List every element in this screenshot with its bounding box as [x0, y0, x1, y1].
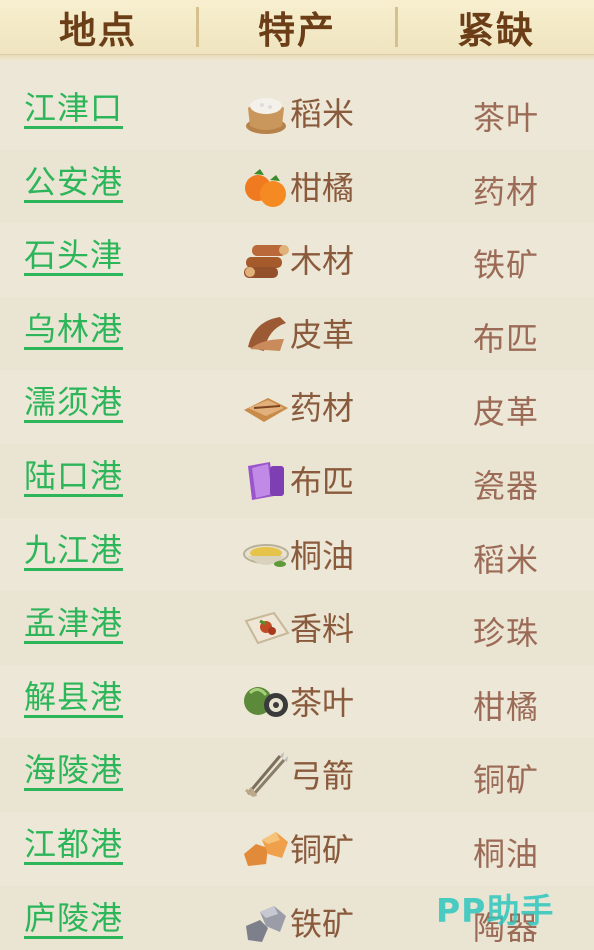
specialty-cell: 木材 — [240, 235, 354, 283]
table-row: 孟津港 香料 珍珠 — [0, 591, 594, 665]
table-row: 公安港 柑橘 药材 — [0, 149, 594, 224]
shortage-label: 铁矿 — [473, 246, 540, 285]
shortage-label: 珍珠 — [473, 614, 540, 653]
shortage-label: 药材 — [473, 172, 540, 211]
location-link[interactable]: 濡须港 — [24, 385, 124, 424]
location-link[interactable]: 解县港 — [24, 680, 124, 718]
specialty-cell: 弓箭 — [240, 750, 354, 798]
shortage-label: 铜矿 — [473, 761, 540, 800]
location-link[interactable]: 石头津 — [24, 238, 124, 277]
specialty-cell: 铜矿 — [240, 824, 354, 872]
specialty-label: 木材 — [290, 242, 355, 281]
orange-icon — [240, 162, 292, 210]
logs-icon — [240, 235, 292, 283]
shortage-label: 柑橘 — [473, 687, 540, 726]
specialty-label: 皮革 — [290, 315, 355, 354]
location-link[interactable]: 江津口 — [24, 91, 124, 129]
oil-bowl-icon — [240, 530, 292, 578]
table-row: 石头津 木材 铁矿 — [0, 223, 594, 297]
header-location: 地点 — [59, 9, 137, 52]
table-row: 九江港 桐油 稻米 — [0, 518, 594, 592]
herbs-icon — [240, 382, 292, 430]
location-link[interactable]: 九江港 — [24, 533, 124, 571]
specialty-label: 铁矿 — [290, 904, 355, 943]
spice-icon — [240, 603, 292, 651]
specialty-label: 药材 — [290, 389, 355, 428]
cloth-icon — [240, 456, 292, 504]
shortage-label: 稻米 — [473, 540, 540, 579]
iron-ore-icon — [240, 898, 292, 946]
shortage-label: 瓷器 — [473, 466, 540, 505]
header-specialty: 特产 — [258, 9, 336, 52]
trade-table: 地点 特产 紧缺 江津口 稻米 茶叶 公安港 柑橘 药材 石头津 木材 铁矿 乌林港 皮革 布匹 濡须港… — [0, 0, 594, 950]
table-row: 海陵港 弓箭 铜矿 — [0, 738, 594, 812]
leather-icon — [240, 309, 292, 357]
specialty-label: 铜矿 — [290, 830, 355, 869]
shortage-label: 皮革 — [473, 393, 540, 432]
location-link[interactable]: 庐陵港 — [24, 901, 124, 939]
rice-sack-icon — [240, 88, 292, 136]
arrows-icon — [240, 750, 292, 798]
specialty-label: 布匹 — [290, 462, 355, 501]
specialty-cell: 稻米 — [240, 88, 354, 136]
tea-icon — [240, 677, 292, 725]
location-link[interactable]: 孟津港 — [24, 606, 124, 645]
specialty-label: 稻米 — [290, 95, 355, 133]
specialty-label: 桐油 — [290, 536, 355, 575]
table-row: 解县港 茶叶 柑橘 — [0, 665, 594, 739]
specialty-label: 弓箭 — [290, 757, 355, 796]
header-underline — [0, 54, 594, 61]
table-row: 濡须港 药材 皮革 — [0, 370, 594, 444]
specialty-cell: 桐油 — [240, 530, 354, 578]
location-link[interactable]: 公安港 — [24, 165, 124, 203]
location-link[interactable]: 海陵港 — [24, 753, 124, 792]
shortage-label: 布匹 — [473, 319, 540, 358]
specialty-cell: 布匹 — [240, 456, 354, 504]
location-link[interactable]: 乌林港 — [24, 312, 124, 350]
specialty-cell: 皮革 — [240, 309, 354, 357]
shortage-label: 桐油 — [473, 834, 540, 873]
table-row: 江津口 稻米 茶叶 — [0, 76, 594, 150]
location-link[interactable]: 陆口港 — [24, 459, 124, 497]
table-body: 江津口 稻米 茶叶 公安港 柑橘 药材 石头津 木材 铁矿 乌林港 皮革 布匹 濡须港 药材 皮革 陆口港 布匹… — [0, 76, 594, 950]
location-link[interactable]: 江都港 — [24, 827, 124, 865]
copper-ore-icon — [240, 824, 292, 872]
specialty-cell: 柑橘 — [240, 162, 354, 210]
table-row: 江都港 铜矿 桐油 — [0, 812, 594, 886]
specialty-cell: 铁矿 — [240, 898, 354, 946]
specialty-cell: 药材 — [240, 382, 354, 430]
table-row: 陆口港 布匹 瓷器 — [0, 443, 594, 518]
watermark: PP助手 — [436, 891, 555, 930]
specialty-label: 柑橘 — [290, 168, 355, 207]
specialty-label: 茶叶 — [290, 683, 355, 722]
table-row: 乌林港 皮革 布匹 — [0, 296, 594, 371]
shortage-label: 茶叶 — [473, 99, 540, 137]
header-shortage: 紧缺 — [457, 9, 535, 52]
table-header: 地点 特产 紧缺 — [0, 0, 594, 54]
specialty-cell: 香料 — [240, 603, 354, 651]
specialty-cell: 茶叶 — [240, 677, 354, 725]
specialty-label: 香料 — [290, 610, 355, 649]
